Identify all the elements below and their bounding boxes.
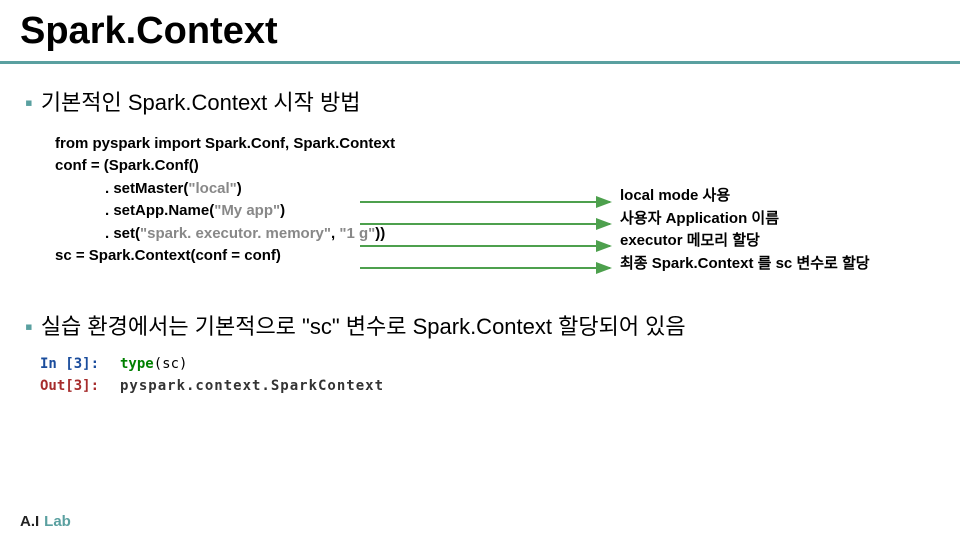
nb-in-prompt: In [3]:	[40, 356, 120, 372]
footer-lab: Lab	[44, 513, 71, 530]
notebook-input-row: In [3]: type(sc)	[40, 356, 960, 372]
code-line-1: from pyspark import Spark.Conf, Spark.Co…	[55, 133, 960, 156]
nb-out-value: pyspark.context.SparkContext	[120, 378, 384, 394]
notebook-output-row: Out[3]: pyspark.context.SparkContext	[40, 378, 960, 394]
nb-out-prompt: Out[3]:	[40, 378, 120, 394]
bullet-icon: ▪	[25, 89, 33, 118]
code-line-2: conf = (Spark.Conf()	[55, 155, 960, 178]
annotation-2: 사용자 Application 이름	[620, 208, 870, 231]
slide-title: Spark.Context	[0, 0, 960, 64]
bullet-icon: ▪	[25, 313, 33, 342]
footer-logo: A.I Lab	[20, 513, 76, 530]
bullet-2-text: 실습 환경에서는 기본적으로 "sc" 변수로 Spark.Context 할당…	[41, 313, 686, 342]
bullet-1: ▪ 기본적인 Spark.Context 시작 방법	[0, 89, 960, 118]
nb-type-kw: type	[120, 356, 154, 372]
notebook-cell: In [3]: type(sc) Out[3]: pyspark.context…	[40, 356, 960, 394]
bullet-2: ▪ 실습 환경에서는 기본적으로 "sc" 변수로 Spark.Context …	[0, 313, 960, 342]
footer-ai: A.I	[20, 513, 39, 530]
bullet-1-text: 기본적인 Spark.Context 시작 방법	[41, 89, 361, 118]
annotation-4: 최종 Spark.Context 를 sc 변수로 할당	[620, 253, 870, 276]
annotation-3: executor 메모리 할당	[620, 230, 870, 253]
annotation-1: local mode 사용	[620, 185, 870, 208]
annotations: local mode 사용 사용자 Application 이름 executo…	[620, 185, 870, 275]
